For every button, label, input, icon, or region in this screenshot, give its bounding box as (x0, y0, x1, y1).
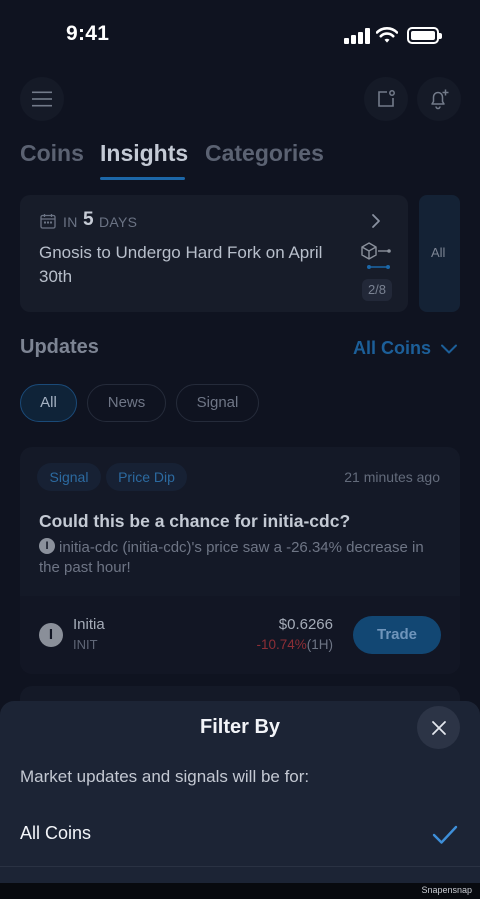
coin-price: $0.6266 (278, 616, 333, 633)
event-card[interactable]: IN 5 DAYS Gnosis to Undergo Hard Fork on… (20, 195, 408, 312)
coin-filter-label: All Coins (353, 338, 432, 358)
coin-change-value: -10.74% (256, 637, 307, 652)
initia-logo-icon (39, 623, 63, 647)
coin-filter-dropdown[interactable]: All Coins (353, 338, 458, 359)
close-icon (431, 720, 446, 735)
tab-categories[interactable]: Categories (205, 140, 324, 167)
alerts-button[interactable] (417, 77, 461, 121)
footer-strip: Snapensnap (0, 883, 480, 899)
update-heading: Could this be a chance for initia-cdc? (39, 511, 351, 531)
event-prefix: IN (63, 214, 78, 230)
notes-button[interactable] (364, 77, 408, 121)
filter-option-label: All Coins (20, 823, 92, 843)
update-description-text: initia-cdc (initia-cdc)'s price saw a -2… (39, 539, 424, 576)
note-icon (378, 90, 395, 107)
status-bar: 9:41 (0, 0, 480, 70)
chip-all[interactable]: All (20, 384, 77, 422)
chevron-down-icon (441, 344, 458, 353)
event-days-unit: DAYS (99, 214, 138, 230)
update-description: initia-cdc (initia-cdc)'s price saw a -2… (39, 538, 444, 578)
filter-sheet-title: Filter By (199, 716, 281, 738)
calendar-icon (40, 214, 56, 229)
initia-coin-icon (39, 538, 55, 554)
watermark: Snapensnap (421, 885, 472, 895)
active-tab-indicator (100, 177, 185, 180)
app-screen: 9:41 Coins Insights Categories IN 5 DAYS… (0, 0, 480, 899)
chip-signal[interactable]: Signal (176, 384, 259, 422)
bell-plus-icon (431, 89, 449, 110)
coin-row: Initia INIT $0.6266 -10.74%(1H) Trade (20, 596, 460, 674)
all-events-label: All (431, 245, 446, 260)
trade-button[interactable]: Trade (353, 616, 441, 654)
coin-change: -10.74%(1H) (256, 637, 333, 652)
filter-sheet-subtitle: Market updates and signals will be for: (20, 767, 310, 786)
battery-icon (407, 27, 442, 44)
all-events-button[interactable]: All (419, 195, 460, 312)
status-time: 9:41 (66, 22, 110, 45)
close-button[interactable] (417, 706, 460, 749)
update-timestamp: 21 minutes ago (344, 469, 440, 485)
filter-option-all-coins[interactable]: All Coins (0, 805, 480, 867)
checkmark-icon (432, 825, 458, 844)
coin-symbol: INIT (73, 637, 98, 652)
tag-signal: Signal (37, 463, 101, 491)
hard-fork-icon (361, 242, 391, 269)
chip-news[interactable]: News (87, 384, 166, 422)
event-counter: 2/8 (362, 279, 392, 301)
filter-sheet: Filter By Market updates and signals wil… (0, 701, 480, 883)
tag-price-dip: Price Dip (106, 463, 187, 491)
coin-name: Initia (73, 616, 105, 633)
event-days-count: 5 (83, 209, 94, 230)
tab-insights[interactable]: Insights (100, 140, 188, 167)
updates-title: Updates (20, 336, 99, 358)
update-card[interactable]: Signal Price Dip 21 minutes ago Could th… (20, 447, 460, 674)
cellular-signal-icon (344, 28, 370, 44)
hamburger-menu-icon (32, 91, 52, 107)
coin-change-period: (1H) (306, 637, 333, 652)
chevron-right-icon (372, 214, 380, 228)
tab-coins[interactable]: Coins (20, 140, 84, 167)
wifi-icon (376, 27, 398, 43)
event-title: Gnosis to Undergo Hard Fork on April 30t… (39, 243, 323, 286)
menu-button[interactable] (20, 77, 64, 121)
